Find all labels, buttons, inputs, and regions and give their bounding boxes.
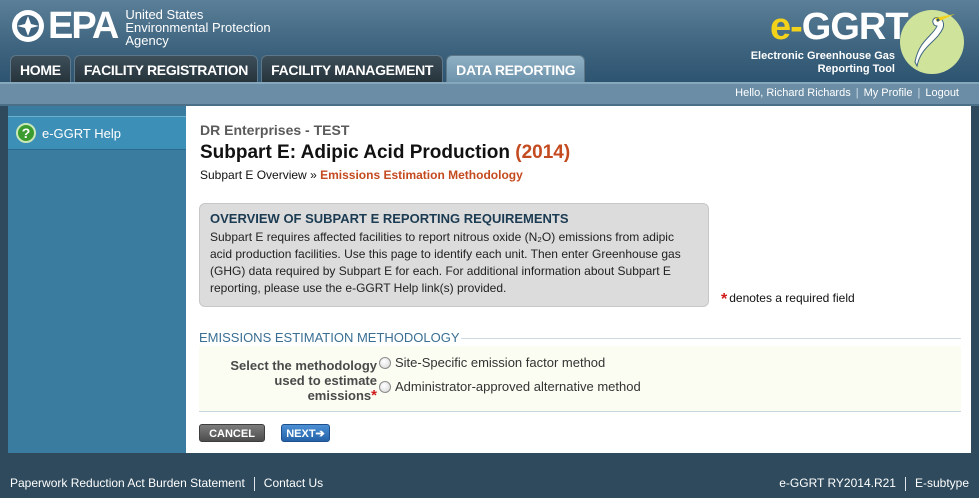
breadcrumb-parent[interactable]: Subpart E Overview [200, 168, 307, 182]
logout-link[interactable]: Logout [925, 87, 959, 99]
breadcrumb-separator: » [310, 168, 317, 182]
user-links-separator: | [855, 87, 859, 99]
option-label: Administrator-approved alternative metho… [395, 379, 641, 394]
user-links: Hello, Richard Richards | My Profile | Logou… [733, 87, 961, 99]
eggrt-logo[interactable]: e-GGRT Electronic Greenhouse Gas Reporti… [732, 6, 967, 78]
footer-separator [904, 477, 906, 491]
section-title: EMISSIONS ESTIMATION METHODOLOGY [199, 330, 460, 345]
radio-button[interactable] [379, 356, 391, 369]
site-footer: Paperwork Reduction Act Burden Statement… [0, 468, 979, 498]
epa-wordmark: EPA [48, 5, 119, 47]
eggrt-subtitle: Electronic Greenhouse Gas Reporting Tool [751, 50, 895, 76]
sidebar: ? e-GGRT Help [8, 106, 186, 453]
sidebar-item-help[interactable]: ? e-GGRT Help [8, 116, 186, 150]
methodology-label-text: Select the methodology used to estimate … [230, 358, 377, 403]
version-text: e-GGRT RY2014.R21 [779, 476, 896, 490]
agency-line: United States [125, 6, 204, 22]
methodology-panel: Select the methodology used to estimate … [199, 346, 961, 412]
subtype-link[interactable]: E-subtype [915, 476, 969, 491]
help-icon: ? [16, 123, 36, 143]
option-label: Site-Specific emission factor method [395, 355, 606, 370]
section-divider [461, 338, 961, 339]
tab-facility-management[interactable]: FACILITY MANAGEMENT [261, 55, 444, 82]
my-profile-link[interactable]: My Profile [864, 87, 913, 99]
agency-name: United States Environmental Protection A… [125, 8, 270, 47]
main-tabs: HOME FACILITY REGISTRATION FACILITY MANA… [10, 55, 586, 82]
contact-link[interactable]: Contact Us [264, 476, 323, 491]
breadcrumb: Subpart E Overview » Emissions Estimatio… [200, 168, 523, 182]
sidebar-item-label: e-GGRT Help [42, 125, 121, 141]
option-administrator-approved[interactable]: Administrator-approved alternative metho… [379, 379, 641, 394]
overview-box: OVERVIEW OF SUBPART E REPORTING REQUIREM… [199, 203, 709, 307]
required-field-note: * denotes a required field [721, 291, 855, 309]
eggrt-title: e-GGRT [770, 6, 909, 49]
tab-facility-registration[interactable]: FACILITY REGISTRATION [73, 55, 259, 82]
epa-flower-icon [12, 10, 44, 42]
required-note-text: denotes a required field [729, 291, 855, 305]
site-header: EPA United States Environmental Protecti… [0, 0, 979, 82]
main-content: DR Enterprises - TEST Subpart E: Adipic … [186, 106, 971, 453]
user-bar: Hello, Richard Richards | My Profile | Logou… [0, 82, 979, 106]
radio-button[interactable] [379, 380, 391, 393]
company-name: DR Enterprises - TEST [200, 122, 350, 138]
eggrt-title-e: e- [770, 6, 803, 48]
option-site-specific[interactable]: Site-Specific emission factor method [379, 355, 605, 370]
footer-links: Paperwork Reduction Act Burden Statement… [10, 476, 323, 491]
methodology-label: Select the methodology used to estimate … [213, 358, 377, 403]
footer-separator [253, 477, 255, 491]
footer-info: e-GGRT RY2014.R21 E-subtype [779, 476, 969, 491]
user-greeting[interactable]: Hello, Richard Richards [735, 87, 851, 99]
eggrt-subtitle-line: Electronic Greenhouse Gas [750, 50, 895, 62]
eggrt-title-rest: GGRT [801, 6, 909, 48]
required-star: * [721, 291, 728, 308]
reporting-year: (2014) [515, 142, 571, 163]
paperwork-link[interactable]: Paperwork Reduction Act Burden Statement [10, 476, 245, 491]
overview-title: OVERVIEW OF SUBPART E REPORTING REQUIREM… [210, 211, 569, 226]
tab-data-reporting[interactable]: DATA REPORTING [446, 55, 586, 82]
required-star: * [371, 387, 377, 404]
page-title: Subpart E: Adipic Acid Production (2014) [200, 142, 570, 164]
agency-line: Agency [125, 32, 169, 48]
overview-body: Subpart E requires affected facilities t… [210, 230, 681, 295]
eggrt-subtitle-line: Reporting Tool [817, 63, 895, 75]
breadcrumb-current: Emissions Estimation Methodology [320, 168, 523, 182]
epa-logo[interactable]: EPA United States Environmental Protecti… [10, 5, 271, 47]
agency-line: Environmental Protection [125, 19, 271, 35]
next-button[interactable]: NEXT➔ [281, 424, 330, 442]
user-links-separator: | [917, 87, 921, 99]
page-title-text: Subpart E: Adipic Acid Production [200, 142, 510, 163]
tab-home[interactable]: HOME [10, 55, 71, 82]
cancel-button[interactable]: CANCEL [199, 424, 265, 442]
heron-icon [900, 10, 964, 74]
